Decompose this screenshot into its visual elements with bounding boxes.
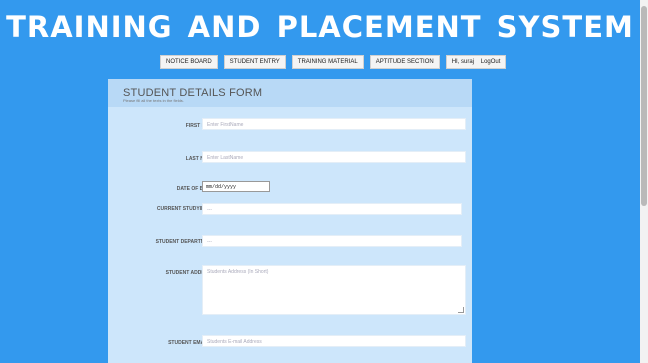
student-details-form: STUDENT DETAILS FORM Please fill all the… bbox=[108, 79, 472, 363]
address-placeholder: Students Address (In Short) bbox=[207, 269, 269, 275]
address-textarea[interactable]: Students Address (In Short) bbox=[202, 265, 466, 315]
form-subtitle: Please fill all the texts in the fields. bbox=[123, 98, 184, 103]
last-name-input[interactable]: Enter LastName bbox=[202, 151, 466, 163]
nav-training-material[interactable]: TRAINING MATERIAL bbox=[291, 55, 364, 69]
scrollbar-thumb[interactable] bbox=[641, 6, 647, 206]
dob-input[interactable]: mm/dd/yyyy bbox=[202, 181, 270, 192]
current-studying-select[interactable]: --- bbox=[202, 203, 462, 215]
first-name-input[interactable]: Enter FirstName bbox=[202, 118, 466, 130]
nav-aptitude-section[interactable]: APTITUDE SECTION bbox=[369, 55, 440, 69]
form-header: STUDENT DETAILS FORM Please fill all the… bbox=[108, 79, 472, 107]
nav-student-entry[interactable]: STUDENT ENTRY bbox=[223, 55, 286, 69]
resize-grip-icon[interactable] bbox=[458, 307, 464, 313]
nav-user-logout[interactable]: HI, suraj LogOut bbox=[445, 55, 507, 69]
site-title: TRAINING AND PLACEMENT SYSTEM bbox=[6, 10, 634, 44]
top-nav: NOTICE BOARD STUDENT ENTRY TRAINING MATE… bbox=[160, 55, 507, 69]
vertical-scrollbar[interactable] bbox=[640, 0, 648, 363]
nav-notice-board[interactable]: NOTICE BOARD bbox=[160, 55, 218, 69]
email-input[interactable]: Students E-mail Address bbox=[202, 335, 466, 347]
department-select[interactable]: --- bbox=[202, 235, 462, 247]
